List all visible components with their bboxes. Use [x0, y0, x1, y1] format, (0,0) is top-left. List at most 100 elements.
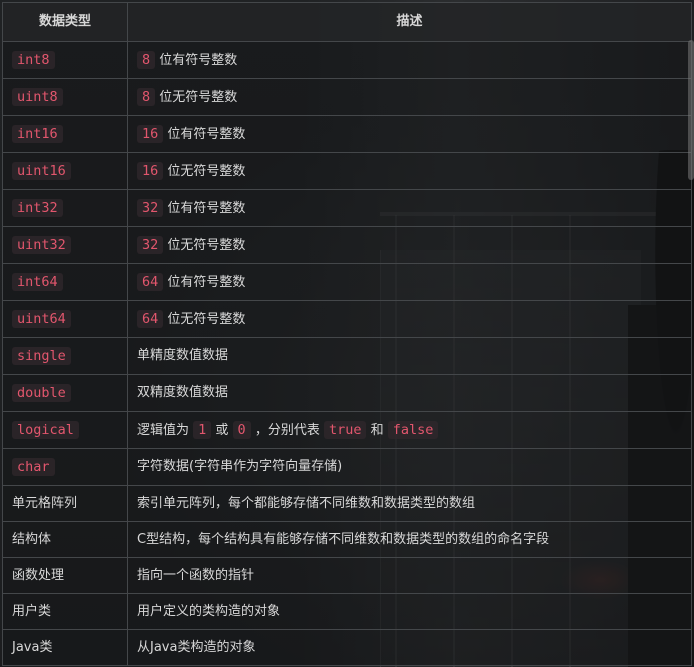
description-text: 索引单元阵列，每个都能够存储不同维数和数据类型的数组 [137, 495, 476, 511]
type-code: uint64 [12, 309, 71, 328]
type-cell: uint64 [2, 300, 128, 338]
inline-code: 16 [137, 161, 164, 180]
table-row: 结构体 C型结构，每个结构具有能够存储不同维数和数据类型的数组的命名字段 [2, 521, 692, 558]
type-cell: uint16 [2, 152, 128, 190]
type-code: int16 [12, 124, 63, 143]
description-text: 位有符号整数 [163, 126, 246, 142]
type-cell: 结构体 [2, 521, 128, 558]
type-cell: int64 [2, 263, 128, 301]
type-code: double [12, 383, 71, 402]
description-cell: 64 位无符号整数 [127, 300, 692, 338]
description-cell: 64 位有符号整数 [127, 263, 692, 301]
type-code: int32 [12, 198, 63, 217]
inline-code: 64 [137, 309, 164, 328]
description-cell: 字符数据(字符串作为字符向量存储) [127, 448, 692, 486]
type-cell: 单元格阵列 [2, 485, 128, 522]
inline-code: true [323, 420, 367, 439]
description-text: 和 [366, 422, 388, 438]
type-cell: int32 [2, 189, 128, 227]
type-code: uint32 [12, 235, 71, 254]
description-text: 指向一个函数的指针 [137, 567, 255, 583]
description-text: 位有符号整数 [155, 52, 238, 68]
type-cell: 函数处理 [2, 557, 128, 594]
description-text: 位有符号整数 [163, 200, 246, 216]
type-code: char [12, 457, 55, 476]
description-text: 用户定义的类构造的对象 [137, 603, 281, 619]
table-row: 单元格阵列 索引单元阵列，每个都能够存储不同维数和数据类型的数组 [2, 485, 692, 522]
description-text: 逻辑值为 [137, 422, 194, 438]
description-text: 从Java类构造的对象 [137, 639, 256, 655]
description-text: ，分别代表 [250, 422, 324, 438]
inline-code: 16 [137, 124, 164, 143]
type-label: 结构体 [12, 531, 52, 547]
table-row: Java类 从Java类构造的对象 [2, 629, 692, 666]
scrollbar-thumb[interactable] [688, 40, 694, 180]
type-cell: double [2, 374, 128, 412]
inline-code: 32 [137, 198, 164, 217]
description-cell: 逻辑值为 1 或 0 ，分别代表 true 和 false [127, 411, 692, 449]
description-cell: 从Java类构造的对象 [127, 629, 692, 666]
table-header-row: 数据类型 描述 [2, 2, 692, 42]
table-row: char 字符数据(字符串作为字符向量存储) [2, 448, 692, 486]
table-row: uint16 16 位无符号整数 [2, 152, 692, 190]
description-cell: 32 位有符号整数 [127, 189, 692, 227]
description-text: 单精度数值数据 [137, 348, 229, 363]
inline-code: 8 [137, 87, 156, 106]
table-row: logical 逻辑值为 1 或 0 ，分别代表 true 和 false [2, 411, 692, 449]
description-text: 位无符号整数 [163, 311, 246, 327]
description-cell: 用户定义的类构造的对象 [127, 593, 692, 630]
type-label: Java类 [12, 639, 53, 655]
data-types-table: 数据类型 描述 int8 8 位有符号整数 uint8 8 位无符号整数 int16 16… [2, 2, 692, 666]
type-cell: uint32 [2, 226, 128, 264]
type-code: uint8 [12, 87, 63, 106]
description-text: 字符数据(字符串作为字符向量存储) [137, 459, 343, 474]
type-code: int8 [12, 50, 55, 69]
type-code: int64 [12, 272, 63, 291]
description-cell: 索引单元阵列，每个都能够存储不同维数和数据类型的数组 [127, 485, 692, 522]
table-row: int16 16 位有符号整数 [2, 115, 692, 153]
type-cell: Java类 [2, 629, 128, 666]
type-cell: int8 [2, 41, 128, 79]
table-row: double 双精度数值数据 [2, 374, 692, 412]
description-cell: 8 位有符号整数 [127, 41, 692, 79]
type-label: 单元格阵列 [12, 495, 78, 511]
inline-code: 0 [232, 420, 251, 439]
type-code: uint16 [12, 161, 71, 180]
description-text: 位无符号整数 [155, 89, 238, 105]
type-cell: uint8 [2, 78, 128, 116]
description-cell: C型结构，每个结构具有能够存储不同维数和数据类型的数组的命名字段 [127, 521, 692, 558]
description-cell: 指向一个函数的指针 [127, 557, 692, 594]
table-row: uint32 32 位无符号整数 [2, 226, 692, 264]
table-row: int8 8 位有符号整数 [2, 41, 692, 79]
type-cell: 用户类 [2, 593, 128, 630]
description-text: 位有符号整数 [163, 274, 246, 290]
description-text: 双精度数值数据 [137, 385, 229, 400]
inline-code: 32 [137, 235, 164, 254]
description-cell: 8 位无符号整数 [127, 78, 692, 116]
inline-code: 8 [137, 50, 156, 69]
type-cell: char [2, 448, 128, 486]
inline-code: false [387, 420, 439, 439]
table-row: 函数处理 指向一个函数的指针 [2, 557, 692, 594]
table-row: single 单精度数值数据 [2, 337, 692, 375]
description-text: 或 [211, 422, 233, 438]
description-text: 位无符号整数 [163, 163, 246, 179]
inline-code: 64 [137, 272, 164, 291]
type-code: logical [12, 420, 79, 439]
description-cell: 16 位有符号整数 [127, 115, 692, 153]
inline-code: 1 [193, 420, 212, 439]
table-row: int32 32 位有符号整数 [2, 189, 692, 227]
table-row: uint8 8 位无符号整数 [2, 78, 692, 116]
description-cell: 单精度数值数据 [127, 337, 692, 375]
description-cell: 32 位无符号整数 [127, 226, 692, 264]
type-cell: logical [2, 411, 128, 449]
description-cell: 16 位无符号整数 [127, 152, 692, 190]
table-row: int64 64 位有符号整数 [2, 263, 692, 301]
column-header-type: 数据类型 [2, 2, 128, 42]
table-row: 用户类 用户定义的类构造的对象 [2, 593, 692, 630]
type-label: 用户类 [12, 603, 52, 619]
type-cell: single [2, 337, 128, 375]
type-label: 函数处理 [12, 567, 65, 583]
description-text: C型结构，每个结构具有能够存储不同维数和数据类型的数组的命名字段 [137, 531, 550, 547]
column-header-description: 描述 [127, 2, 692, 42]
